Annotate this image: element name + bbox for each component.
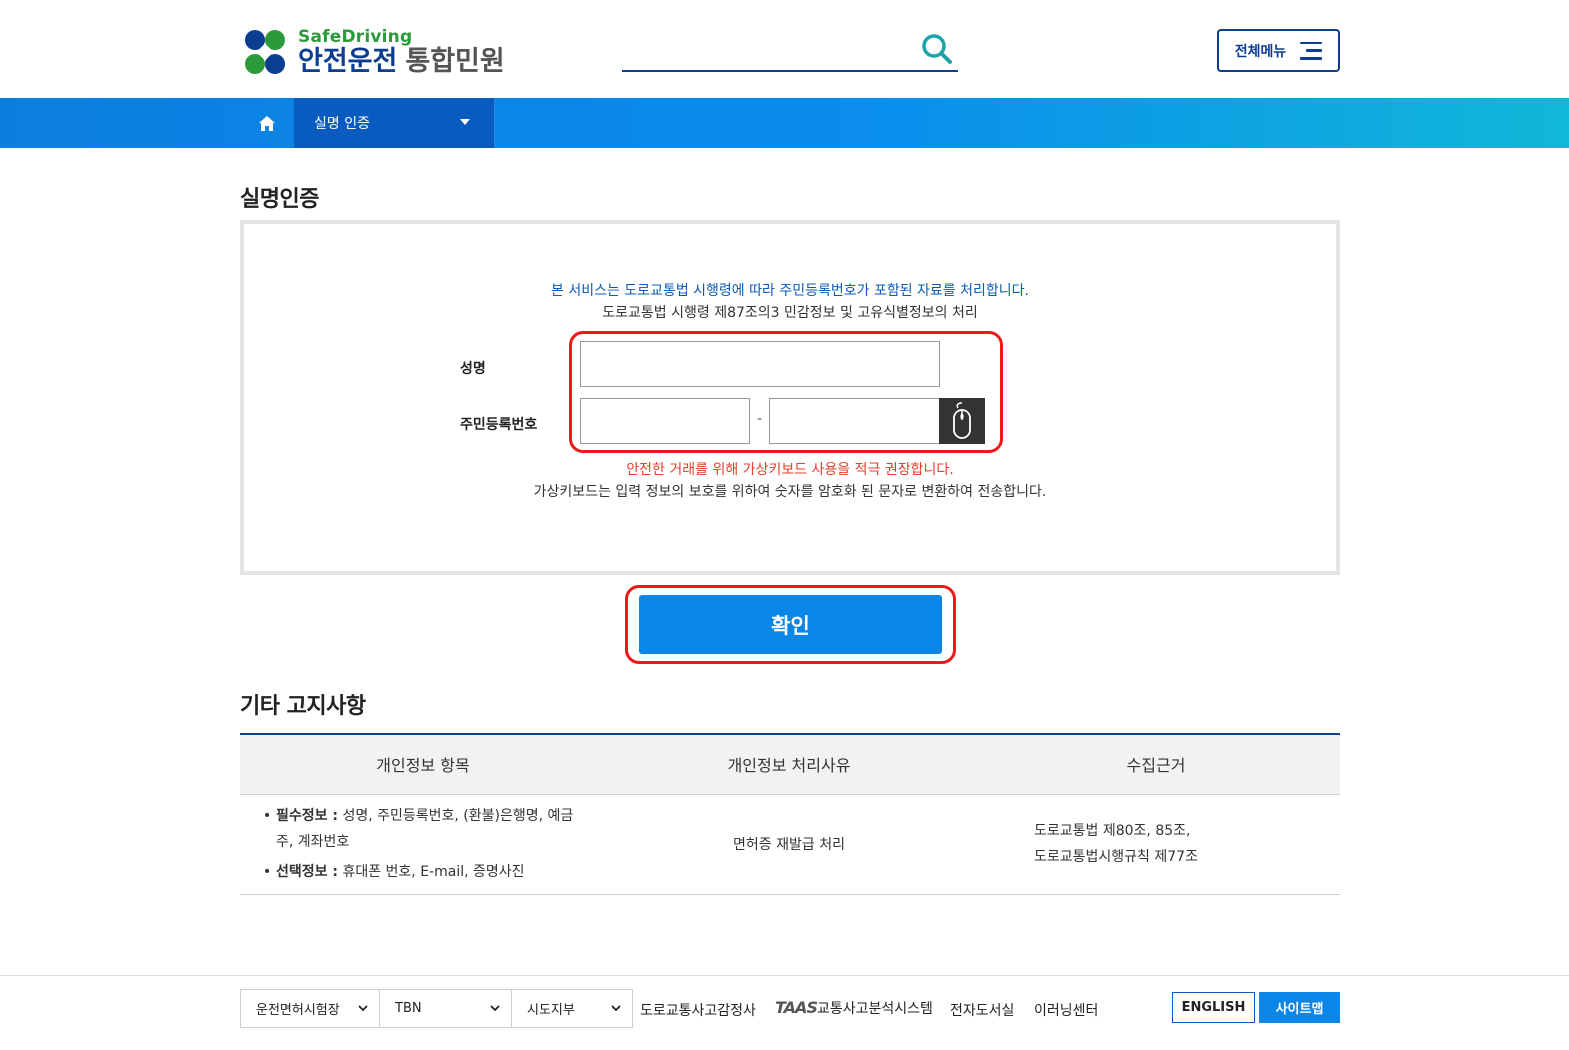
legal-basis-notice: 도로교통법 시행령 제87조의3 민감정보 및 고유식별정보의 처리 bbox=[602, 305, 978, 321]
logo-subtitle: 통합민원 bbox=[405, 46, 505, 77]
required-info-text: 성명, 주민등록번호, (환불)은행명, 예금 bbox=[338, 808, 574, 824]
footer-select-label: 시도지부 bbox=[527, 1003, 575, 1018]
legal-basis-cell: 도로교통법 제80조, 85조, 도로교통법시행규칙 제77조 bbox=[972, 794, 1340, 895]
site-header: SafeDriving 안전운전 통합민원 전체메뉴 bbox=[0, 0, 1569, 98]
privacy-info-table: 개인정보 항목 개인정보 처리사유 수집근거 • 필수정보 : 성명, 주민등록… bbox=[240, 733, 1340, 895]
privacy-items-cell: • 필수정보 : 성명, 주민등록번호, (환불)은행명, 예금 주, 계좌번호… bbox=[240, 794, 606, 895]
legal-basis-line-2: 도로교통법시행규칙 제77조 bbox=[1034, 849, 1198, 865]
optional-info-item: • 선택정보 : 휴대폰 번호, E-mail, 증명사진 bbox=[263, 864, 525, 880]
legal-basis-line-1: 도로교통법 제80조, 85조, bbox=[1034, 823, 1191, 839]
all-menu-label: 전체메뉴 bbox=[1234, 43, 1287, 60]
sitemap-button[interactable]: 사이트맵 bbox=[1259, 992, 1340, 1023]
current-menu-label: 실명 인증 bbox=[314, 116, 370, 132]
rrn-front-input[interactable] bbox=[581, 399, 749, 443]
caret-down-icon bbox=[460, 119, 470, 125]
virtual-keyboard-button[interactable] bbox=[939, 398, 985, 444]
rrn-back-input[interactable] bbox=[770, 399, 940, 443]
rrn-front-wrapper bbox=[580, 398, 750, 444]
notice-section-title: 기타 고지사항 bbox=[240, 694, 366, 719]
site-footer: 운전면허시험장 TBN 시도지부 도로교통사고감정사 TAAS교통사고분석시스템… bbox=[0, 975, 1569, 1050]
chevron-down-icon bbox=[490, 1005, 500, 1012]
name-label: 성명 bbox=[460, 361, 486, 377]
footer-link-accident-appraiser[interactable]: 도로교통사고감정사 bbox=[640, 1000, 756, 1020]
rrn-separator: - bbox=[757, 411, 763, 427]
required-info-text-cont: 주, 계좌번호 bbox=[276, 834, 350, 850]
chevron-down-icon bbox=[611, 1005, 621, 1012]
hamburger-icon bbox=[1300, 41, 1323, 60]
taas-logo: TAAS bbox=[775, 998, 818, 1017]
name-field-wrapper bbox=[580, 341, 940, 387]
confirm-button[interactable]: 확인 bbox=[639, 595, 942, 654]
rrn-back-wrapper bbox=[769, 398, 941, 444]
optional-info-text: 휴대폰 번호, E-mail, 증명사진 bbox=[338, 864, 525, 880]
footer-link-elearning[interactable]: 이러닝센터 bbox=[1034, 1000, 1098, 1020]
rrn-label: 주민등록번호 bbox=[460, 417, 538, 433]
page-title: 실명인증 bbox=[240, 187, 319, 212]
home-icon bbox=[259, 115, 275, 131]
search-icon[interactable] bbox=[920, 32, 954, 66]
required-info-item: • 필수정보 : 성명, 주민등록번호, (환불)은행명, 예금 주, 계좌번호 bbox=[263, 808, 574, 850]
clover-logo-icon bbox=[240, 28, 290, 76]
footer-link-e-library[interactable]: 전자도서실 bbox=[950, 1000, 1014, 1020]
verification-panel: 본 서비스는 도로교통법 시행령에 따라 주민등록번호가 포함된 자료를 처리합… bbox=[240, 220, 1340, 575]
footer-select-branch[interactable]: 시도지부 bbox=[511, 989, 633, 1028]
processing-reason-cell: 면허증 재발급 처리 bbox=[606, 794, 972, 895]
taas-label: 교통사고분석시스템 bbox=[816, 1001, 933, 1017]
all-menu-button[interactable]: 전체메뉴 bbox=[1217, 29, 1340, 72]
english-button[interactable]: ENGLISH bbox=[1172, 992, 1255, 1023]
search-box bbox=[622, 28, 958, 72]
footer-select-label: 운전면허시험장 bbox=[256, 1003, 340, 1018]
logo-korean-text: 안전운전 bbox=[298, 46, 398, 77]
optional-info-label: 선택정보 : bbox=[276, 864, 338, 880]
footer-link-taas[interactable]: TAAS교통사고분석시스템 bbox=[775, 998, 933, 1018]
site-logo[interactable]: SafeDriving 안전운전 통합민원 bbox=[240, 28, 505, 76]
virtual-keyboard-recommendation: 안전한 거래를 위해 가상키보드 사용을 적극 권장합니다. bbox=[626, 462, 954, 478]
menu-dropdown[interactable]: 실명 인증 bbox=[294, 98, 495, 148]
footer-select-test-center[interactable]: 운전면허시험장 bbox=[240, 989, 380, 1028]
service-notice: 본 서비스는 도로교통법 시행령에 따라 주민등록번호가 포함된 자료를 처리합… bbox=[551, 283, 1029, 299]
table-row: • 필수정보 : 성명, 주민등록번호, (환불)은행명, 예금 주, 계좌번호… bbox=[240, 794, 1340, 895]
chevron-down-icon bbox=[358, 1005, 368, 1012]
table-header-basis: 수집근거 bbox=[972, 733, 1340, 795]
search-input[interactable] bbox=[622, 28, 912, 68]
virtual-keyboard-description: 가상키보드는 입력 정보의 보호를 위하여 숫자를 암호화 된 문자로 변환하여… bbox=[533, 484, 1047, 500]
mouse-icon bbox=[953, 402, 971, 439]
name-input[interactable] bbox=[581, 342, 939, 386]
required-info-label: 필수정보 : bbox=[276, 808, 338, 824]
logo-english-text: SafeDriving bbox=[298, 27, 413, 47]
table-header-items: 개인정보 항목 bbox=[240, 733, 606, 795]
table-header-reason: 개인정보 처리사유 bbox=[606, 733, 972, 795]
footer-select-tbn[interactable]: TBN bbox=[379, 989, 512, 1028]
home-button[interactable] bbox=[240, 98, 294, 148]
location-bar: 실명 인증 bbox=[0, 98, 1569, 148]
footer-select-label: TBN bbox=[395, 1001, 422, 1016]
